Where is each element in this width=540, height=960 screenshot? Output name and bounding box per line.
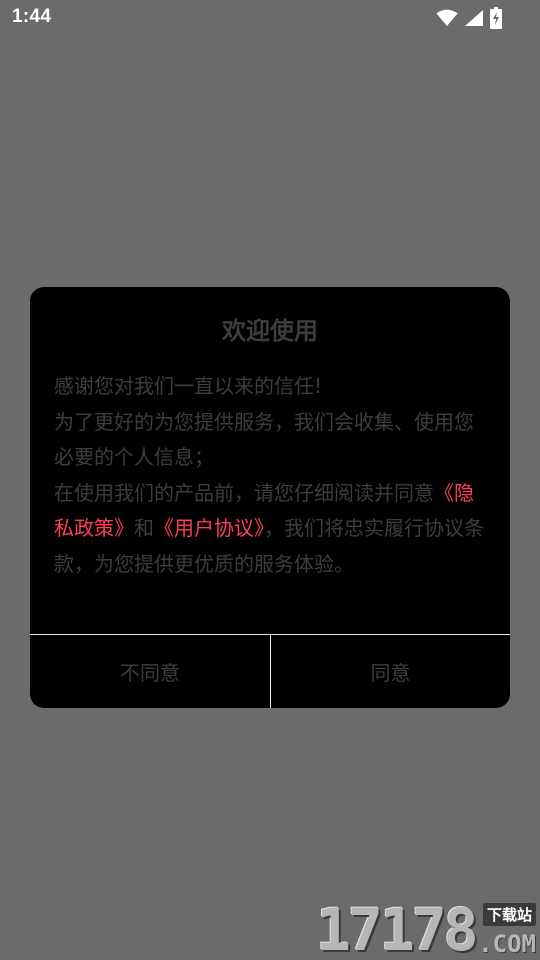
watermark-tag: 下载站 — [482, 903, 536, 926]
consent-text-before: 在使用我们的产品前，请您仔细阅读并同意 — [54, 480, 434, 505]
status-bar: 1:44 — [0, 0, 540, 36]
privacy-consent-dialog: 欢迎使用 感谢您对我们一直以来的信任! 为了更好的为您提供服务，我们会收集、使用… — [30, 287, 510, 708]
status-icons — [436, 7, 502, 29]
decline-button[interactable]: 不同意 — [30, 635, 270, 708]
watermark-number: 17178 — [316, 896, 479, 960]
dialog-title: 欢迎使用 — [222, 317, 318, 345]
body-line-consent: 在使用我们的产品前，请您仔细阅读并同意《隐私政策》和《用户协议》，我们将忠实履行… — [54, 476, 486, 583]
body-line-collect: 为了更好的为您提供服务，我们会收集、使用您必要的个人信息； — [54, 409, 474, 470]
consent-conjunction: 和 — [134, 516, 154, 540]
status-time: 1:44 — [12, 6, 52, 27]
cellular-signal-icon — [464, 9, 484, 27]
watermark-suffix: .COM — [478, 930, 536, 958]
wifi-icon — [436, 9, 458, 27]
watermark-logo: 17178 下载站 .COM — [316, 900, 538, 960]
dialog-body: 感谢您对我们一直以来的信任! 为了更好的为您提供服务，我们会收集、使用您必要的个… — [54, 369, 486, 582]
battery-charging-icon — [490, 7, 502, 29]
agree-button[interactable]: 同意 — [271, 635, 510, 708]
user-agreement-link[interactable]: 《用户协议》 — [154, 516, 264, 540]
body-line-thanks: 感谢您对我们一直以来的信任! — [54, 374, 323, 398]
